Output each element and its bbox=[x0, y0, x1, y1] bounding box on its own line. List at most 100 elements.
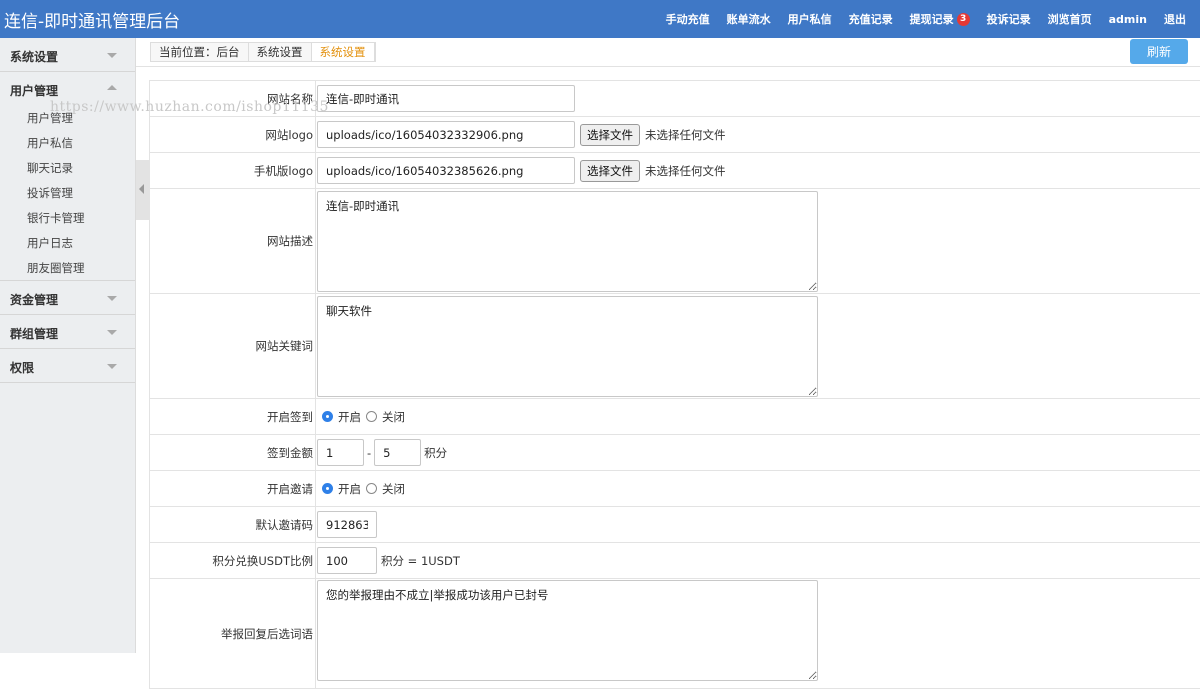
keywords-textarea[interactable]: 聊天软件 bbox=[317, 295, 818, 397]
checkin-off-label: 关闭 bbox=[382, 409, 405, 424]
breadcrumb: 当前位置：后台 系统设置 系统设置 bbox=[150, 42, 376, 62]
mobile-logo-label: 手机版logo bbox=[253, 163, 313, 178]
breadcrumb-location[interactable]: 当前位置：后台 bbox=[151, 43, 249, 61]
checkin-amount-label: 签到金额 bbox=[267, 445, 313, 460]
chevron-down-icon bbox=[107, 330, 117, 335]
site-logo-choose-file-button[interactable]: 选择文件 bbox=[580, 123, 640, 146]
description-cell: 连信-即时通讯 bbox=[315, 189, 1200, 293]
form-row-checkin: 开启签到 开启 关闭 bbox=[149, 399, 1200, 435]
sidebar-collapse-handle[interactable] bbox=[136, 160, 149, 220]
breadcrumb-bar: 当前位置：后台 系统设置 系统设置 刷新 bbox=[136, 38, 1200, 67]
invite-off-label: 关闭 bbox=[382, 481, 405, 496]
top-nav: 手动充值 账单流水 用户私信 充值记录 提现记录 3 投诉记录 浏览首页 admi… bbox=[649, 0, 1186, 38]
keywords-label: 网站关键词 bbox=[255, 339, 314, 353]
topnav-recharge-records[interactable]: 充值记录 bbox=[849, 11, 893, 27]
form-row-mobile-logo: 手机版logo 选择文件 未选择任何文件 bbox=[149, 153, 1200, 189]
topnav-admin-user[interactable]: admin bbox=[1109, 13, 1147, 26]
sidebar-group-system-settings[interactable]: 系统设置 bbox=[0, 38, 135, 72]
checkin-amount-max-input[interactable] bbox=[374, 439, 422, 466]
usdt-ratio-label: 积分兑换USDT比例 bbox=[212, 553, 313, 568]
topnav-manual-recharge[interactable]: 手动充值 bbox=[666, 11, 710, 27]
site-name-cell bbox=[315, 81, 1200, 116]
refresh-button[interactable]: 刷新 bbox=[1130, 39, 1188, 64]
sidebar-item-complaint-management[interactable]: 投诉管理 bbox=[0, 181, 135, 206]
sidebar-group-label: 用户管理 bbox=[10, 84, 59, 98]
checkin-on-label: 开启 bbox=[338, 409, 361, 424]
sidebar-group-label: 系统设置 bbox=[10, 50, 59, 64]
checkin-on-radio[interactable] bbox=[322, 411, 333, 422]
breadcrumb-current: 系统设置 bbox=[311, 43, 375, 61]
sidebar-group-permissions[interactable]: 权限 bbox=[0, 349, 135, 383]
usdt-ratio-suffix: 积分 = 1USDT bbox=[381, 553, 460, 568]
sidebar: 系统设置 用户管理 用户管理 用户私信 聊天记录 投诉管理 银行卡管理 用户日志… bbox=[0, 38, 136, 653]
chevron-down-icon bbox=[107, 364, 117, 369]
checkin-amount-unit: 积分 bbox=[424, 445, 448, 460]
topnav-complaint-records[interactable]: 投诉记录 bbox=[987, 11, 1031, 27]
checkin-amount-min-input[interactable] bbox=[317, 439, 364, 466]
invite-on-radio[interactable] bbox=[322, 483, 333, 494]
site-logo-label: 网站logo bbox=[265, 127, 313, 142]
invite-code-label: 默认邀请码 bbox=[255, 517, 314, 532]
report-reply-label: 举报回复后选词语 bbox=[221, 627, 313, 641]
top-bar: 连信-即时通讯管理后台 手动充值 账单流水 用户私信 充值记录 提现记录 3 投诉… bbox=[0, 0, 1200, 38]
sidebar-item-bank-card-management[interactable]: 银行卡管理 bbox=[0, 206, 135, 231]
withdraw-count-badge: 3 bbox=[956, 12, 970, 26]
sidebar-item-moments-management[interactable]: 朋友圈管理 bbox=[0, 256, 135, 281]
checkin-amount-separator: - bbox=[367, 445, 372, 460]
form-row-invite-code: 默认邀请码 bbox=[149, 507, 1200, 543]
report-reply-cell: 您的举报理由不成立|举报成功该用户已封号 bbox=[315, 579, 1200, 689]
form-row-invite: 开启邀请 开启 关闭 bbox=[149, 471, 1200, 507]
mobile-logo-path-input[interactable] bbox=[317, 157, 575, 184]
site-logo-path-input[interactable] bbox=[317, 121, 575, 148]
invite-on-label: 开启 bbox=[338, 481, 361, 496]
sidebar-group-fund-management[interactable]: 资金管理 bbox=[0, 281, 135, 315]
checkin-amount-cell: - 积分 bbox=[315, 435, 1200, 470]
chevron-down-icon bbox=[107, 53, 117, 58]
sidebar-group-label: 权限 bbox=[10, 361, 35, 375]
invite-cell: 开启 关闭 bbox=[315, 471, 1200, 506]
sidebar-group-group-management[interactable]: 群组管理 bbox=[0, 315, 135, 349]
invite-code-input[interactable] bbox=[317, 511, 377, 538]
mobile-logo-file-status: 未选择任何文件 bbox=[645, 163, 726, 178]
checkin-cell: 开启 关闭 bbox=[315, 399, 1200, 434]
form-row-site-logo: 网站logo 选择文件 未选择任何文件 bbox=[149, 117, 1200, 153]
invite-code-cell bbox=[315, 507, 1200, 542]
report-reply-textarea[interactable]: 您的举报理由不成立|举报成功该用户已封号 bbox=[317, 580, 818, 681]
topnav-user-messages[interactable]: 用户私信 bbox=[788, 11, 832, 27]
topnav-logout[interactable]: 退出 bbox=[1164, 11, 1186, 27]
topnav-withdraw-label: 提现记录 bbox=[909, 13, 954, 26]
mobile-logo-cell: 选择文件 未选择任何文件 bbox=[315, 153, 1200, 188]
settings-form: 网站名称 网站logo 选择文件 未选择任何文件 手机版logo 选择文件 未选… bbox=[149, 80, 1200, 689]
form-row-checkin-amount: 签到金额 - 积分 bbox=[149, 435, 1200, 471]
checkin-off-radio[interactable] bbox=[366, 411, 377, 422]
description-label: 网站描述 bbox=[267, 234, 313, 248]
sidebar-group-label: 群组管理 bbox=[10, 327, 59, 341]
sidebar-item-user-messages[interactable]: 用户私信 bbox=[0, 131, 135, 156]
form-row-description: 网站描述 连信-即时通讯 bbox=[149, 189, 1200, 294]
form-row-usdt-ratio: 积分兑换USDT比例 积分 = 1USDT bbox=[149, 543, 1200, 579]
topnav-bill-flow[interactable]: 账单流水 bbox=[727, 11, 771, 27]
chevron-left-icon bbox=[139, 184, 144, 194]
watermark: https://www.huzhan.com/ishop11135 bbox=[50, 99, 329, 115]
description-textarea[interactable]: 连信-即时通讯 bbox=[317, 190, 818, 292]
mobile-logo-choose-file-button[interactable]: 选择文件 bbox=[580, 159, 640, 182]
sidebar-item-user-logs[interactable]: 用户日志 bbox=[0, 231, 135, 256]
usdt-ratio-cell: 积分 = 1USDT bbox=[315, 543, 1200, 578]
breadcrumb-system-settings[interactable]: 系统设置 bbox=[249, 43, 312, 61]
chevron-up-icon bbox=[107, 85, 117, 90]
form-row-keywords: 网站关键词 聊天软件 bbox=[149, 294, 1200, 399]
keywords-cell: 聊天软件 bbox=[315, 294, 1200, 398]
invite-label: 开启邀请 bbox=[267, 481, 313, 496]
topnav-withdraw-records[interactable]: 提现记录 3 bbox=[910, 11, 970, 27]
usdt-ratio-input[interactable] bbox=[317, 547, 377, 574]
form-row-report-reply: 举报回复后选词语 您的举报理由不成立|举报成功该用户已封号 bbox=[149, 579, 1200, 689]
checkin-label: 开启签到 bbox=[267, 409, 313, 424]
invite-off-radio[interactable] bbox=[366, 483, 377, 494]
site-name-input[interactable] bbox=[317, 85, 575, 112]
app-title: 连信-即时通讯管理后台 bbox=[4, 12, 181, 32]
sidebar-item-chat-records[interactable]: 聊天记录 bbox=[0, 156, 135, 181]
topnav-browse-home[interactable]: 浏览首页 bbox=[1048, 11, 1092, 27]
site-logo-file-status: 未选择任何文件 bbox=[645, 127, 726, 142]
sidebar-group-label: 资金管理 bbox=[10, 293, 59, 307]
chevron-down-icon bbox=[107, 296, 117, 301]
